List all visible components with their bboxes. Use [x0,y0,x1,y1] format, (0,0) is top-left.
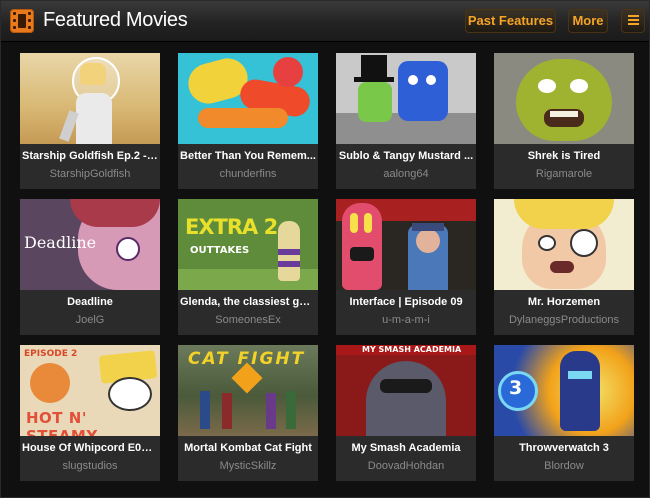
movie-card[interactable]: Sublo & Tangy Mustard ... aalong64 [336,53,476,189]
movie-card[interactable]: EXTRA 2 OUTTAKES Glenda, the classiest g… [178,199,318,335]
thumbnail-subtext: OUTTAKES [190,245,250,256]
movie-thumbnail[interactable]: MY SMASH ACADEMIA [336,345,476,436]
thumbnail-text: Deadline [24,233,97,252]
movie-author[interactable]: MysticSkillz [180,460,316,472]
movie-thumbnail[interactable]: EPISODE 2 HOT N' STEAMY [20,345,160,436]
movie-title[interactable]: My Smash Academia [338,442,474,454]
movie-author[interactable]: u-m-a-m-i [338,314,474,326]
movie-author[interactable]: Blordow [496,460,632,472]
panel-title: Featured Movies [43,9,188,31]
thumbnail-subtext: EPISODE 2 [24,349,78,359]
movie-card[interactable]: MY SMASH ACADEMIA My Smash Academia Doov… [336,345,476,481]
thumbnail-text: 3 [509,377,523,399]
movie-thumbnail[interactable] [336,199,476,290]
movie-card[interactable]: 3 Throwverwatch 3 Blordow [494,345,634,481]
movie-thumbnail[interactable]: 3 [494,345,634,436]
movie-thumbnail[interactable] [336,53,476,144]
movie-thumbnail[interactable] [494,53,634,144]
movie-title[interactable]: Better Than You Remem... [180,150,316,162]
movie-card[interactable]: Shrek is Tired Rigamarole [494,53,634,189]
movie-author[interactable]: StarshipGoldfish [22,168,158,180]
movie-author[interactable]: slugstudios [22,460,158,472]
movie-thumbnail[interactable]: Deadline [20,199,160,290]
film-icon [10,9,34,33]
menu-button[interactable] [621,9,645,33]
movie-thumbnail[interactable] [178,53,318,144]
movie-author[interactable]: chunderfins [180,168,316,180]
movie-thumbnail[interactable] [20,53,160,144]
movie-author[interactable]: DoovadHohdan [338,460,474,472]
movie-thumbnail[interactable]: CAT FIGHT [178,345,318,436]
movie-title[interactable]: Deadline [22,296,158,308]
featured-movies-panel: Featured Movies Past Features More Stars… [0,0,650,498]
movie-card[interactable]: EPISODE 2 HOT N' STEAMY House Of Whipcor… [20,345,160,481]
movie-title[interactable]: Sublo & Tangy Mustard ... [338,150,474,162]
thumbnail-text: HOT N' STEAMY [26,409,98,436]
movie-title[interactable]: Mortal Kombat Cat Fight [180,442,316,454]
more-button[interactable]: More [568,9,608,33]
past-features-button[interactable]: Past Features [465,9,556,33]
movie-card[interactable]: Better Than You Remem... chunderfins [178,53,318,189]
movie-title[interactable]: Shrek is Tired [496,150,632,162]
movie-title[interactable]: Starship Goldfish Ep.2 - ... [22,150,158,162]
movie-thumbnail[interactable]: EXTRA 2 OUTTAKES [178,199,318,290]
movie-card[interactable]: Deadline Deadline JoelG [20,199,160,335]
movie-author[interactable]: DylaneggsProductions [496,314,632,326]
movie-title[interactable]: Throwverwatch 3 [496,442,632,454]
movie-title[interactable]: Mr. Horzemen [496,296,632,308]
movie-author[interactable]: aalong64 [338,168,474,180]
thumbnail-text: MY SMASH ACADEMIA [362,345,462,354]
movie-card[interactable]: Starship Goldfish Ep.2 - ... StarshipGol… [20,53,160,189]
movie-author[interactable]: SomeonesEx [180,314,316,326]
movie-thumbnail[interactable] [494,199,634,290]
thumbnail-text: EXTRA 2 [185,215,278,239]
movie-title[interactable]: Interface | Episode 09 [338,296,474,308]
movie-author[interactable]: Rigamarole [496,168,632,180]
movie-card[interactable]: Mr. Horzemen DylaneggsProductions [494,199,634,335]
movie-card[interactable]: Interface | Episode 09 u-m-a-m-i [336,199,476,335]
movie-title[interactable]: Glenda, the classiest gal... [180,296,316,308]
list-menu-icon [628,15,639,27]
panel-header: Featured Movies Past Features More [1,1,649,42]
movie-card[interactable]: CAT FIGHT Mortal Kombat Cat Fight Mystic… [178,345,318,481]
movie-title[interactable]: House Of Whipcord E02 ... [22,442,158,454]
movie-author[interactable]: JoelG [22,314,158,326]
